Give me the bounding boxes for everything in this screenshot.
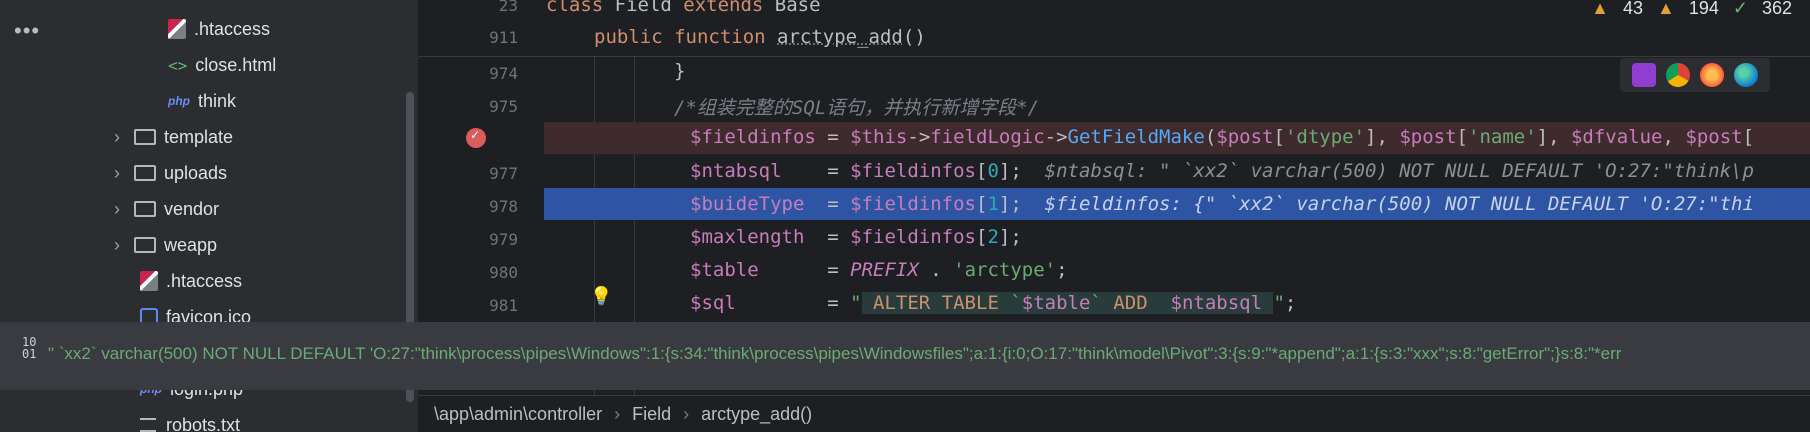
- debug-value-tooltip: 10 01 " `xx2` varchar(500) NOT NULL DEFAU…: [0, 322, 1810, 390]
- html-file-icon: <>: [168, 55, 188, 75]
- line-number: 911: [489, 28, 518, 47]
- sticky-keyword: public function: [594, 26, 778, 48]
- tree-item-weapp[interactable]: › weapp: [110, 228, 217, 262]
- inline-debug-value: $fieldinfos: {" `xx2` varchar(500) NOT N…: [1044, 193, 1754, 215]
- sticky-function-line[interactable]: public function arctype_add(): [594, 26, 926, 48]
- chrome-icon[interactable]: [1666, 63, 1690, 87]
- line-number: 977: [489, 164, 518, 183]
- check-icon: ✓: [1732, 0, 1748, 18]
- tree-item-vendor[interactable]: › vendor: [110, 192, 219, 226]
- more-options-icon[interactable]: •••: [14, 18, 40, 44]
- tree-item-label: .htaccess: [194, 18, 271, 39]
- line-number: 981: [489, 296, 518, 315]
- line-number: 979: [489, 230, 518, 249]
- code-line[interactable]: $fieldinfos = $this->fieldLogic->GetFiel…: [690, 126, 1754, 148]
- chevron-right-icon[interactable]: ›: [110, 163, 124, 184]
- code-line[interactable]: $ntabsql = $fieldinfos[0]; $ntabsql: " `…: [690, 160, 1754, 182]
- htaccess-file-icon: [140, 271, 158, 291]
- folder-icon: [134, 165, 156, 181]
- line-number: 975: [489, 97, 518, 116]
- breadcrumb-method[interactable]: arctype_add(): [701, 404, 812, 425]
- sticky-class-line[interactable]: class Field extends Base: [546, 0, 821, 16]
- tree-item-htaccess[interactable]: .htaccess: [168, 12, 270, 46]
- breadcrumb-path[interactable]: \app\admin\controller: [434, 404, 602, 425]
- tooltip-value: " `xx2` varchar(500) NOT NULL DEFAULT 'O…: [48, 344, 1622, 363]
- breadcrumb-class[interactable]: Field: [632, 404, 671, 425]
- folder-icon: [134, 237, 156, 253]
- php-file-icon: php: [168, 94, 190, 108]
- chevron-right-icon: ›: [614, 403, 621, 424]
- tree-item-label: weapp: [164, 234, 218, 255]
- tree-item-uploads[interactable]: › uploads: [110, 156, 227, 190]
- tree-item-label: close.html: [195, 54, 277, 75]
- tree-item-label: template: [164, 126, 234, 147]
- breakpoint-check-icon: ✓: [470, 128, 481, 142]
- ok-count: 362: [1761, 0, 1792, 18]
- code-line[interactable]: $maxlength = $fieldinfos[2];: [690, 226, 1022, 248]
- inline-debug-value: $ntabsql: " `xx2` varchar(500) NOT NULL …: [1044, 160, 1754, 182]
- tree-item-label: .htaccess: [166, 270, 243, 291]
- phpstorm-icon[interactable]: [1632, 63, 1656, 87]
- tree-item-label: vendor: [164, 198, 220, 219]
- tree-item-robots[interactable]: robots.txt: [140, 408, 240, 432]
- weak-warning-icon: ▲: [1656, 0, 1675, 18]
- code-comment[interactable]: /*组装完整的SQL语句，并执行新增字段*/: [674, 93, 1039, 120]
- line-number: 980: [489, 263, 518, 282]
- line-number: 978: [489, 197, 518, 216]
- inspection-widget[interactable]: ▲ 43 ▲ 194 ✓ 362: [1591, 0, 1792, 19]
- browser-preview-bar: [1620, 58, 1770, 92]
- binary-value-icon: 10 01: [22, 335, 37, 361]
- tree-item-template[interactable]: › template: [110, 120, 233, 154]
- firefox-icon[interactable]: [1700, 63, 1724, 87]
- tree-item-label: think: [198, 90, 237, 111]
- code-line[interactable]: $table = PREFIX . 'arctype';: [690, 259, 1068, 281]
- line-number: 974: [489, 64, 518, 83]
- code-line-selected[interactable]: $buideType = $fieldinfos[1]; $fieldinfos…: [690, 193, 1754, 215]
- warning-icon: ▲: [1591, 0, 1609, 18]
- warning-count: 43: [1622, 0, 1643, 18]
- folder-icon: [134, 201, 156, 217]
- folder-icon: [134, 129, 156, 145]
- lightbulb-icon[interactable]: 💡: [590, 286, 612, 307]
- chevron-right-icon[interactable]: ›: [110, 235, 124, 256]
- code-line[interactable]: $sql = " ALTER TABLE `$table` ADD $ntabs…: [690, 292, 1296, 314]
- chevron-right-icon: ›: [683, 403, 690, 424]
- weak-warning-count: 194: [1688, 0, 1719, 18]
- tree-item-label: uploads: [164, 162, 228, 183]
- edge-icon[interactable]: [1734, 63, 1758, 87]
- chevron-right-icon[interactable]: ›: [110, 199, 124, 220]
- tree-item-label: robots.txt: [166, 414, 241, 432]
- text-file-icon: [140, 418, 156, 432]
- breadcrumb: \app\admin\controller › Field › arctype_…: [418, 395, 1810, 432]
- htaccess-file-icon: [168, 19, 186, 39]
- tree-item-think[interactable]: php think: [168, 84, 236, 118]
- chevron-right-icon[interactable]: ›: [110, 127, 124, 148]
- code-line[interactable]: }: [674, 60, 685, 82]
- tree-item-htaccess-root[interactable]: .htaccess: [140, 264, 242, 298]
- sticky-rest: (): [902, 26, 926, 48]
- tree-item-close-html[interactable]: <> close.html: [168, 48, 276, 82]
- sticky-function-name: arctype_add: [777, 26, 903, 48]
- line-number: 23: [498, 0, 518, 15]
